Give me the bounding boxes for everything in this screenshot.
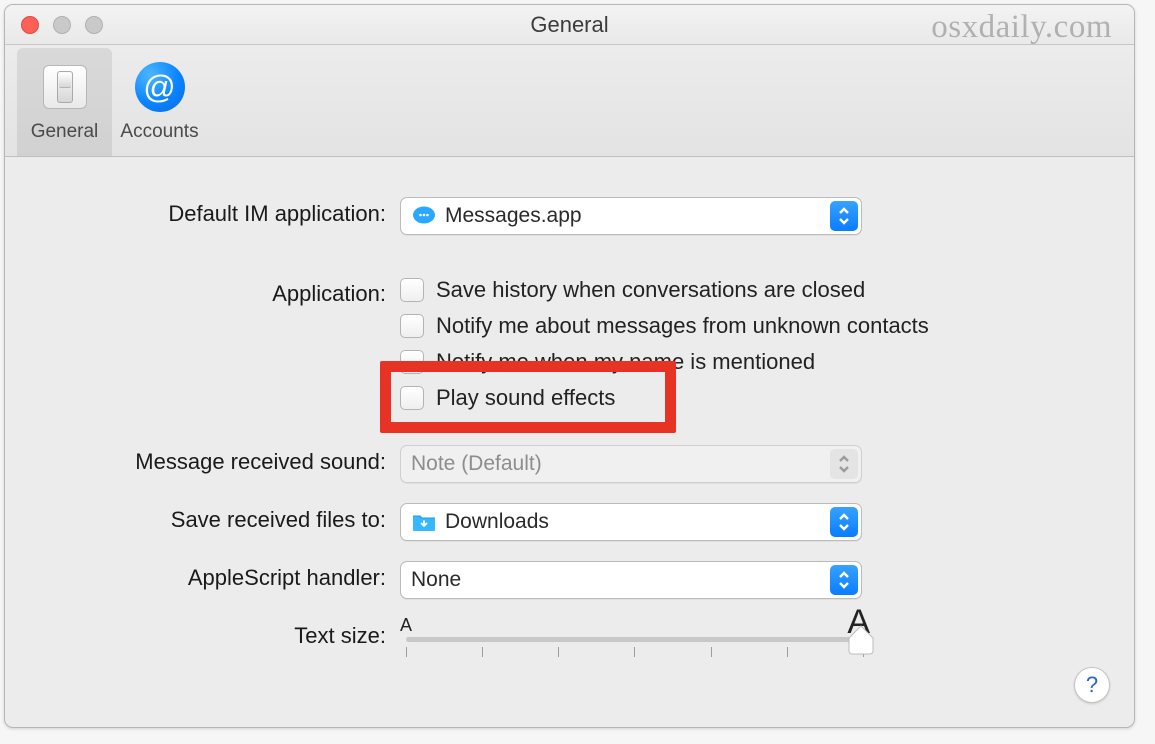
checkbox-save-history-label: Save history when conversations are clos… <box>436 277 865 303</box>
slider-track <box>406 637 864 642</box>
label-text-size: Text size: <box>45 619 400 649</box>
folder-icon <box>411 511 437 533</box>
titlebar: General osxdaily.com <box>5 5 1134 45</box>
received-sound-popup[interactable]: Note (Default) <box>400 445 862 483</box>
applescript-value: None <box>411 568 461 592</box>
close-button[interactable] <box>21 16 39 34</box>
text-size-small: A <box>400 615 412 636</box>
save-files-popup[interactable]: Downloads <box>400 503 862 541</box>
help-icon: ? <box>1086 672 1098 698</box>
stepper-icon <box>830 449 858 479</box>
help-button[interactable]: ? <box>1074 667 1110 703</box>
tab-accounts[interactable]: @ Accounts <box>112 48 207 156</box>
default-im-popup[interactable]: Messages.app <box>400 197 862 235</box>
tab-general[interactable]: General <box>17 48 112 156</box>
slider-ticks <box>406 647 864 659</box>
label-received-sound: Message received sound: <box>45 445 400 475</box>
label-default-im: Default IM application: <box>45 197 400 227</box>
checkbox-sound-effects[interactable] <box>400 386 424 410</box>
general-icon <box>39 61 91 113</box>
received-sound-value: Note (Default) <box>411 452 542 476</box>
stepper-icon <box>830 201 858 231</box>
tab-general-label: General <box>31 121 99 143</box>
watermark: osxdaily.com <box>931 9 1112 46</box>
content: Default IM application: Messages.app <box>5 157 1134 669</box>
checkbox-notify-name-label: Notify me when my name is mentioned <box>436 349 815 375</box>
label-save-files: Save received files to: <box>45 503 400 533</box>
text-size-slider[interactable]: A A <box>400 619 870 669</box>
checkbox-notify-unknown-label: Notify me about messages from unknown co… <box>436 313 929 339</box>
stepper-icon <box>830 507 858 537</box>
checkbox-notify-name[interactable] <box>400 350 424 374</box>
checkbox-notify-unknown[interactable] <box>400 314 424 338</box>
tab-accounts-label: Accounts <box>120 121 198 143</box>
checkbox-sound-effects-label: Play sound effects <box>436 385 615 411</box>
minimize-button[interactable] <box>53 16 71 34</box>
toolbar: General @ Accounts <box>5 45 1134 157</box>
applescript-popup[interactable]: None <box>400 561 862 599</box>
preferences-window: General osxdaily.com General @ Accounts … <box>4 4 1135 728</box>
window-controls <box>21 16 103 34</box>
save-files-value: Downloads <box>445 510 549 534</box>
checkbox-save-history[interactable] <box>400 278 424 302</box>
label-applescript: AppleScript handler: <box>45 561 400 591</box>
zoom-button[interactable] <box>85 16 103 34</box>
label-application: Application: <box>45 277 400 307</box>
stepper-icon <box>830 565 858 595</box>
slider-knob[interactable] <box>848 625 874 655</box>
accounts-icon: @ <box>134 61 186 113</box>
default-im-value: Messages.app <box>445 204 582 228</box>
messages-app-icon <box>411 205 437 227</box>
